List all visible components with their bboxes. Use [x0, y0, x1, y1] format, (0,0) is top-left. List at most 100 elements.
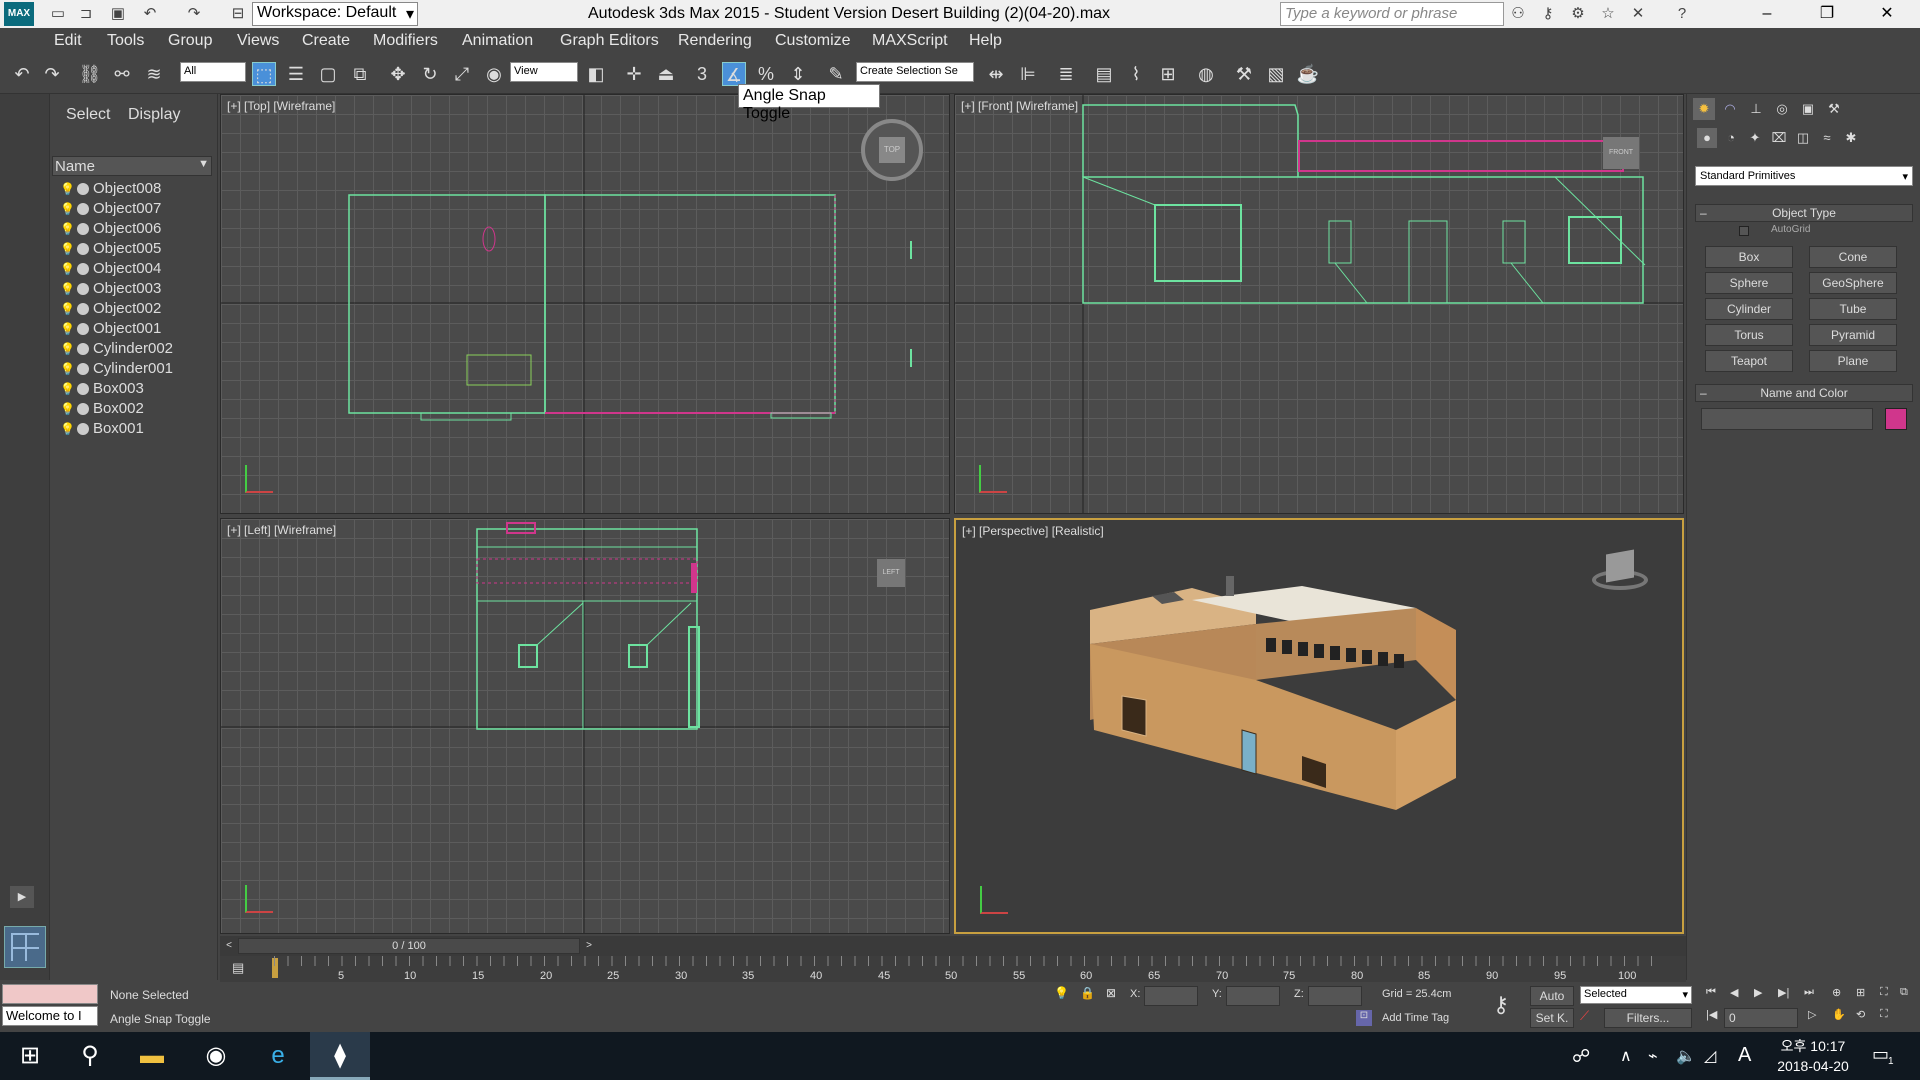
expand-arrow-icon[interactable]: ▶	[10, 886, 34, 908]
close-button[interactable]: ✕	[1864, 0, 1910, 28]
light-bulb-icon[interactable]: 💡	[60, 262, 75, 276]
maximize-button[interactable]: ❐	[1804, 0, 1850, 28]
go-to-end-icon[interactable]: ⏭	[1804, 986, 1820, 1002]
time-slider-thumb[interactable]: 0 / 100	[238, 938, 580, 954]
lights-icon[interactable]: ✦	[1745, 128, 1765, 148]
scale-icon[interactable]: ⤢	[450, 62, 474, 86]
cone-button[interactable]: Cone	[1809, 246, 1897, 268]
pivot-center-icon[interactable]: ◧	[584, 62, 608, 86]
redo-icon[interactable]: ↷	[40, 62, 64, 86]
menu-tools[interactable]: Tools	[107, 32, 144, 50]
menu-rendering[interactable]: Rendering	[678, 32, 752, 50]
tab-display[interactable]: Display	[128, 106, 180, 124]
reference-coordinate-dropdown[interactable]: View	[510, 62, 578, 82]
light-bulb-icon[interactable]: 💡	[60, 422, 75, 436]
x-coordinate-field[interactable]	[1144, 986, 1198, 1006]
z-coordinate-field[interactable]	[1308, 986, 1362, 1006]
light-bulb-icon[interactable]: 💡	[60, 362, 75, 376]
schematic-view-icon[interactable]: ⊞	[1156, 62, 1180, 86]
link-icon[interactable]: ⛓	[78, 62, 102, 86]
graphite-ribbon-icon[interactable]: ▤	[1092, 62, 1116, 86]
cylinder-button[interactable]: Cylinder	[1705, 298, 1793, 320]
viewport-top[interactable]: [+] [Top] [Wireframe] TOP	[220, 94, 950, 514]
select-object-icon[interactable]: ⬚	[252, 62, 276, 86]
3dsmax-taskbar-icon[interactable]: ⧫	[310, 1032, 370, 1080]
shapes-icon[interactable]: ◔	[1721, 128, 1741, 148]
pan-icon[interactable]: ✋	[1832, 1008, 1848, 1024]
list-item[interactable]: 💡 Cylinder002	[60, 340, 212, 360]
viewcube-perspective[interactable]	[1592, 549, 1648, 594]
new-file-icon[interactable]: ▭	[48, 4, 68, 24]
object-name-field[interactable]	[1701, 408, 1873, 430]
object-visibility-icon[interactable]	[76, 303, 89, 316]
menu-animation[interactable]: Animation	[462, 32, 533, 50]
list-item[interactable]: 💡 Object005	[60, 240, 212, 260]
viewcube-left[interactable]: LEFT	[877, 559, 905, 587]
lock-icon[interactable]: 🔒	[1080, 986, 1096, 1002]
menu-modifiers[interactable]: Modifiers	[373, 32, 438, 50]
mini-curve-editor-icon[interactable]: ▤	[232, 960, 250, 978]
list-item[interactable]: 💡 Object008	[60, 180, 212, 200]
move-icon[interactable]: ✥	[386, 62, 410, 86]
autogrid-checkbox[interactable]	[1739, 226, 1749, 236]
list-item[interactable]: 💡 Object007	[60, 200, 212, 220]
object-visibility-icon[interactable]	[76, 423, 89, 436]
object-visibility-icon[interactable]	[76, 223, 89, 236]
light-bulb-icon[interactable]: 💡	[60, 382, 75, 396]
align-icon[interactable]: ⊫	[1016, 62, 1040, 86]
previous-frame-icon[interactable]: ◀	[1730, 986, 1746, 1002]
light-bulb-icon[interactable]: 💡	[60, 302, 75, 316]
place-icon[interactable]: ◉	[482, 62, 506, 86]
plane-button[interactable]: Plane	[1809, 350, 1897, 372]
hierarchy-tab-icon[interactable]: ⊥	[1745, 98, 1767, 120]
rollout-object-type-header[interactable]: – Object Type	[1695, 204, 1913, 222]
time-slider-prev-icon[interactable]: <	[222, 938, 236, 954]
favorites-icon[interactable]: ☆	[1598, 4, 1618, 24]
manipulate-icon[interactable]: ✛	[622, 62, 646, 86]
object-visibility-icon[interactable]	[76, 403, 89, 416]
open-file-icon[interactable]: ⊐	[76, 4, 96, 24]
utilities-tab-icon[interactable]: ⚒	[1823, 98, 1845, 120]
menu-create[interactable]: Create	[302, 32, 350, 50]
menu-customize[interactable]: Customize	[775, 32, 851, 50]
tray-chevron-icon[interactable]: ∧	[1620, 1046, 1632, 1066]
list-item[interactable]: 💡 Object002	[60, 300, 212, 320]
time-slider[interactable]: < 0 / 100 >	[220, 936, 1686, 956]
rotate-icon[interactable]: ↻	[418, 62, 442, 86]
exchange-icon[interactable]: ⚙	[1568, 4, 1588, 24]
cameras-icon[interactable]: ⌧	[1769, 128, 1789, 148]
object-color-swatch[interactable]	[1885, 408, 1907, 430]
percent-snap-icon[interactable]: %	[754, 62, 778, 86]
list-item[interactable]: 💡 Object001	[60, 320, 212, 340]
light-bulb-icon[interactable]: 💡	[60, 182, 75, 196]
people-icon[interactable]: ☍	[1572, 1046, 1590, 1067]
object-visibility-icon[interactable]	[76, 183, 89, 196]
action-center-icon[interactable]: ▭	[1872, 1044, 1889, 1065]
modify-tab-icon[interactable]: ◠	[1719, 98, 1741, 120]
clock[interactable]: 오후 10:17 2018-04-20	[1768, 1036, 1858, 1076]
network-icon[interactable]: ◿	[1704, 1046, 1716, 1066]
add-time-tag[interactable]: Add Time Tag	[1382, 1012, 1449, 1024]
autodesk-x-icon[interactable]: ✕	[1628, 4, 1648, 24]
window-crossing-icon[interactable]: ⧉	[348, 62, 372, 86]
object-visibility-icon[interactable]	[76, 363, 89, 376]
add-time-tag-icon[interactable]: ⊡	[1356, 1010, 1372, 1026]
viewcube-front[interactable]: FRONT	[1603, 137, 1639, 169]
go-to-start-icon[interactable]: ⏮	[1706, 986, 1722, 1002]
object-visibility-icon[interactable]	[76, 283, 89, 296]
chrome-icon[interactable]: ◉	[186, 1032, 246, 1080]
light-bulb-icon[interactable]: 💡	[60, 242, 75, 256]
light-bulb-icon[interactable]: 💡	[60, 282, 75, 296]
save-icon[interactable]: ▣	[108, 4, 128, 24]
track-bar[interactable]: ▤ 5 10 15 20 25 30 35 40 45 50 55 60 65 …	[220, 956, 1686, 982]
render-setup-icon[interactable]: ⚒	[1232, 62, 1256, 86]
display-tab-icon[interactable]: ▣	[1797, 98, 1819, 120]
selection-filter-dropdown[interactable]: All	[180, 62, 246, 82]
viewcube-top[interactable]: TOP	[861, 119, 923, 181]
object-visibility-icon[interactable]	[76, 263, 89, 276]
welcome-field[interactable]: Welcome to I	[2, 1006, 98, 1026]
auto-key-button[interactable]: Auto	[1530, 986, 1574, 1006]
menu-graph-editors[interactable]: Graph Editors	[560, 32, 659, 50]
snaps-toggle-icon[interactable]: 3	[690, 62, 714, 86]
key-icon[interactable]: ⚷	[1538, 4, 1558, 24]
